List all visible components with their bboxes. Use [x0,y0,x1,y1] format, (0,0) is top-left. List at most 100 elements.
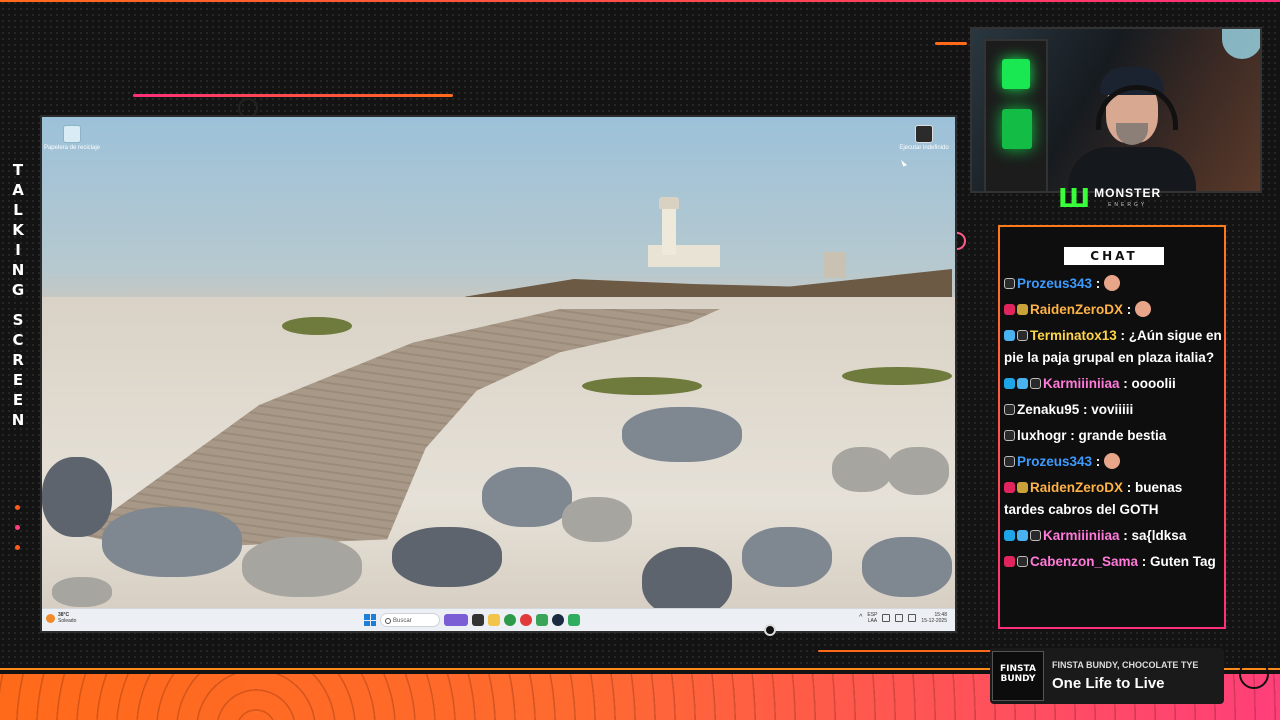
chat-username[interactable]: RaidenZeroDX [1030,480,1123,495]
cam-lamp [1222,29,1260,59]
task-view-icon[interactable] [472,614,484,626]
vertical-title-letter [6,300,30,310]
chat-username[interactable]: Cabenzon_Sama [1030,554,1138,569]
minecraft-icon[interactable] [536,614,548,626]
chat-text: oooolii [1131,376,1176,391]
rock [862,537,952,597]
chat-text: voviiiii [1091,402,1134,417]
chat-badge-icon [1017,304,1028,315]
sponsor-logo: Ш MONSTER ENERGY [1058,184,1162,214]
chat-message: Karmiiiniiaa : sa{ldksa [1004,525,1222,547]
chat-text: Guten Tag [1150,554,1216,569]
rock [482,467,572,527]
chevron-up-icon[interactable]: ^ [859,614,862,621]
chat-message: Karmiiiniiaa : oooolii [1004,373,1222,395]
language-indicator[interactable]: ESP LAA [867,612,877,624]
vertical-title-letter: L [13,201,23,219]
vertical-title-letter: T [12,161,24,179]
deco-dot [15,525,20,530]
lighthouse-tower [662,205,676,255]
chat-username[interactable]: Zenaku95 [1017,402,1079,417]
desktop-icon-clock[interactable]: Ejecutar indefinido [894,125,954,152]
opera-icon[interactable] [520,614,532,626]
vertical-title-letter: S [12,311,24,329]
rock [392,527,502,587]
system-tray: ^ ESP LAA 15:48 15-12-2025 [859,612,947,624]
file-explorer-icon[interactable] [488,614,500,626]
now-playing-artist: FINSTA BUNDY, CHOCOLATE TYE [1052,660,1199,670]
emote-icon [1104,453,1121,469]
vertical-title-letter: G [11,281,25,299]
lighthouse-top [659,197,679,209]
vertical-title-letter: N [11,411,25,429]
chat-message: Zenaku95 : voviiiii [1004,399,1222,421]
desktop-screen: Papelera de reciclaje Ejecutar indefinid… [40,115,957,633]
chat-badge-icon [1004,456,1015,467]
rock [562,497,632,542]
chat-username[interactable]: Karmiiiniiaa [1043,528,1120,543]
chat-username[interactable]: Prozeus343 [1017,454,1092,469]
taskbar: 38°C Soleado Buscar ^ ESP LAA 15:48 15-1… [42,608,955,631]
desktop-icon-recycle-bin[interactable]: Papelera de reciclaje [42,125,102,152]
chat-title: CHAT [1064,247,1164,265]
weather-icon[interactable] [46,614,55,623]
now-playing-title: One Life to Live [1052,675,1165,692]
deco-ring [1239,659,1269,689]
chat-badge-icon [1004,482,1015,493]
taskbar-search[interactable]: Buscar [380,613,440,627]
rock [832,447,892,492]
chat-badge-icon [1017,330,1028,341]
chat-username[interactable]: Prozeus343 [1017,276,1092,291]
volume-icon[interactable] [895,614,904,622]
chrome-icon[interactable] [504,614,516,626]
weather-widget[interactable]: 38°C Soleado [58,612,76,624]
chat-messages: Prozeus343 : RaidenZeroDX : Terminatox13… [1004,273,1222,577]
vertical-title-letter: N [11,261,25,279]
deco-dot [15,545,20,550]
chat-username[interactable]: RaidenZeroDX [1030,302,1123,317]
chat-badge-icon [1030,378,1041,389]
chat-message: Cabenzon_Sama : Guten Tag [1004,551,1222,573]
chat-panel: CHAT Prozeus343 : RaidenZeroDX : Termina… [998,225,1226,629]
grass [582,377,702,395]
chat-badge-icon [1004,378,1015,389]
album-art: FINSTA BUNDY [992,651,1044,701]
taskbar-clock[interactable]: 15:48 15-12-2025 [921,612,947,624]
top-accent-line [0,0,1280,2]
start-button[interactable] [364,614,376,626]
chat-username[interactable]: Karmiiiniiaa [1043,376,1120,391]
whatsapp-icon[interactable] [568,614,580,626]
chat-message: RaidenZeroDX : buenas tardes cabros del … [1004,480,1183,517]
chat-badge-icon [1004,330,1015,341]
chat-message: Prozeus343 : [1004,273,1222,295]
rock [742,527,832,587]
chat-badge-icon [1017,378,1028,389]
rock [242,537,362,597]
recycle-bin-icon [63,125,81,143]
vertical-title-letter: K [12,221,24,239]
grass [282,317,352,335]
emote-icon [1104,275,1121,291]
chat-badge-icon [1004,278,1015,289]
vertical-title-letter: E [12,391,24,409]
clock-icon [915,125,933,143]
cam-light [1002,109,1032,149]
chat-username[interactable]: Terminatox13 [1030,328,1117,343]
chat-badge-icon [1004,404,1015,415]
emote-icon [1135,301,1152,317]
deco-dot [15,505,20,510]
chat-message: Terminatox13 : ¿Aún sigue en pie la paja… [1004,328,1222,365]
game-app-icon[interactable] [444,614,468,626]
vertical-title-letter: A [12,181,24,199]
chat-username[interactable]: luxhogr [1017,428,1067,443]
battery-icon[interactable] [908,614,917,622]
chat-badge-icon [1017,556,1028,567]
rock [52,577,112,607]
accent-line [133,94,453,97]
taskbar-apps: Buscar [364,612,580,628]
chat-text: grande bestia [1078,428,1167,443]
chat-badge-icon [1004,430,1015,441]
steam-icon[interactable] [552,614,564,626]
network-icon[interactable] [882,614,891,622]
chat-badge-icon [1017,482,1028,493]
